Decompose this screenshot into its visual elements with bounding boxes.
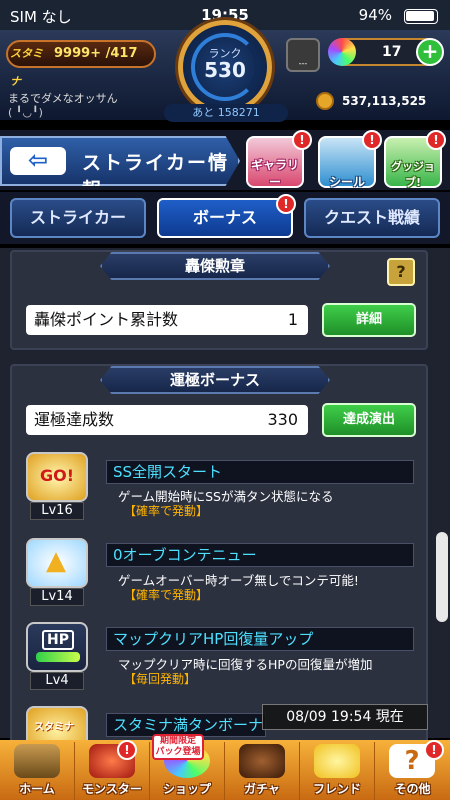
achievement-effect-button[interactable]: 達成演出	[322, 403, 416, 437]
next-rank-exp: あと 158271	[164, 104, 288, 122]
bonus-trigger: 【確率で発動】	[124, 504, 209, 518]
limited-pack-tag: 期間限定 パック登場	[152, 734, 204, 760]
home-icon	[14, 744, 60, 778]
hp-up-icon: HP	[26, 622, 88, 672]
bonus-item[interactable]: HP Lv4	[24, 622, 90, 692]
hp-text: HP	[42, 630, 74, 650]
bonus-alert-badge: !	[276, 194, 296, 214]
nav-friend-label: フレンド	[312, 782, 361, 796]
gallery-label: ギャラリー	[250, 158, 299, 189]
help-button[interactable]: ?	[387, 258, 415, 286]
goketsu-points-label: 轟傑ポイント累計数	[34, 310, 179, 329]
goketsu-points-value: 1	[287, 310, 298, 329]
goketsu-points-row: 轟傑ポイント累計数 1	[26, 305, 308, 335]
scrollbar-thumb[interactable]	[436, 532, 448, 622]
nav-home-label: ホーム	[19, 782, 55, 796]
back-button[interactable]: ⇦ ストライカー情報	[0, 136, 240, 186]
goodjob-alert-badge: !	[426, 130, 446, 150]
bonus-name: 0オーブコンテニュー	[106, 543, 414, 567]
ss-start-icon: GO!	[26, 452, 88, 502]
bonus-item[interactable]: GO! Lv16	[24, 452, 90, 522]
battery-icon	[404, 9, 438, 24]
nav-gacha[interactable]: ガチャ	[225, 742, 300, 800]
bonus-name: SS全開スタート	[106, 460, 414, 484]
unkiwa-title: 運極ボーナス	[100, 366, 330, 394]
goodjob-label: グッジョブ!	[391, 160, 435, 189]
seal-label: シール	[328, 175, 365, 189]
nav-home[interactable]: ホーム	[0, 742, 75, 800]
tab-striker[interactable]: ストライカー	[10, 198, 146, 238]
back-arrow-icon: ⇦	[10, 147, 66, 175]
stamina-gauge[interactable]: スタミナ 9999+ /417	[6, 40, 156, 88]
add-orb-button[interactable]: +	[416, 38, 444, 66]
nav-gacha-label: ガチャ	[244, 782, 280, 796]
go-text: GO!	[40, 466, 75, 485]
bonus-level: Lv16	[30, 502, 84, 520]
orb-count: 17	[382, 44, 402, 60]
unkiwa-count-row: 運極達成数 330	[26, 405, 308, 435]
wing-arrow-icon: ▲	[26, 538, 88, 588]
stamina-full-icon: スタミナ	[26, 706, 88, 740]
nav-friend[interactable]: フレンド	[300, 742, 375, 800]
username: まるでダメなオッサん	[8, 92, 118, 105]
friend-icon	[314, 744, 360, 778]
details-button[interactable]: 詳細	[322, 303, 416, 337]
unkiwa-count-label: 運極達成数	[34, 410, 115, 429]
nav-shop-label: ショップ	[162, 782, 211, 796]
bonus-level: Lv14	[30, 588, 84, 606]
nav-other-label: その他	[394, 782, 431, 796]
bonus-level: Lv4	[30, 672, 84, 690]
unkiwa-count-value: 330	[267, 410, 298, 429]
nav-monster[interactable]: モンスター	[75, 742, 150, 800]
box-label: ---	[298, 59, 308, 68]
orb-counter: 17 +	[328, 38, 444, 66]
bonus-item[interactable]: スタミナ	[24, 706, 90, 740]
rank-badge[interactable]: ランク 530	[178, 20, 272, 114]
bonus-trigger: 【確率で発動】	[124, 588, 209, 602]
tab-bonus[interactable]: ボーナス	[157, 198, 293, 238]
battery-percent: 94%	[358, 6, 392, 24]
orb-icon	[328, 38, 356, 66]
user-emoticon: ( ╹◡╹)	[8, 106, 43, 119]
coin-icon	[316, 92, 334, 110]
seal-alert-badge: !	[362, 130, 382, 150]
bonus-item[interactable]: ▲ Lv14	[24, 538, 90, 608]
tab-quest-record[interactable]: クエスト戦績	[304, 198, 440, 238]
data-timestamp: 08/09 19:54 現在	[262, 704, 428, 730]
gacha-icon	[239, 744, 285, 778]
box-icon[interactable]: ---	[286, 38, 320, 72]
other-alert-badge: !	[424, 740, 444, 760]
stamina-icon-text: スタミナ	[34, 722, 74, 733]
stamina-value: 9999+ /417	[54, 46, 138, 61]
stamina-icon: スタミナ	[10, 47, 43, 88]
nav-monster-label: モンスター	[82, 782, 142, 796]
gallery-alert-badge: !	[292, 130, 312, 150]
rank-value: 530	[204, 58, 246, 82]
bonus-name: マップクリアHP回復量アップ	[106, 627, 414, 651]
bonus-trigger: 【毎回発動】	[124, 672, 197, 686]
monster-alert-badge: !	[117, 740, 137, 760]
goketsu-title: 轟傑勲章	[100, 252, 330, 280]
coin-count: 537,113,525	[342, 94, 427, 108]
